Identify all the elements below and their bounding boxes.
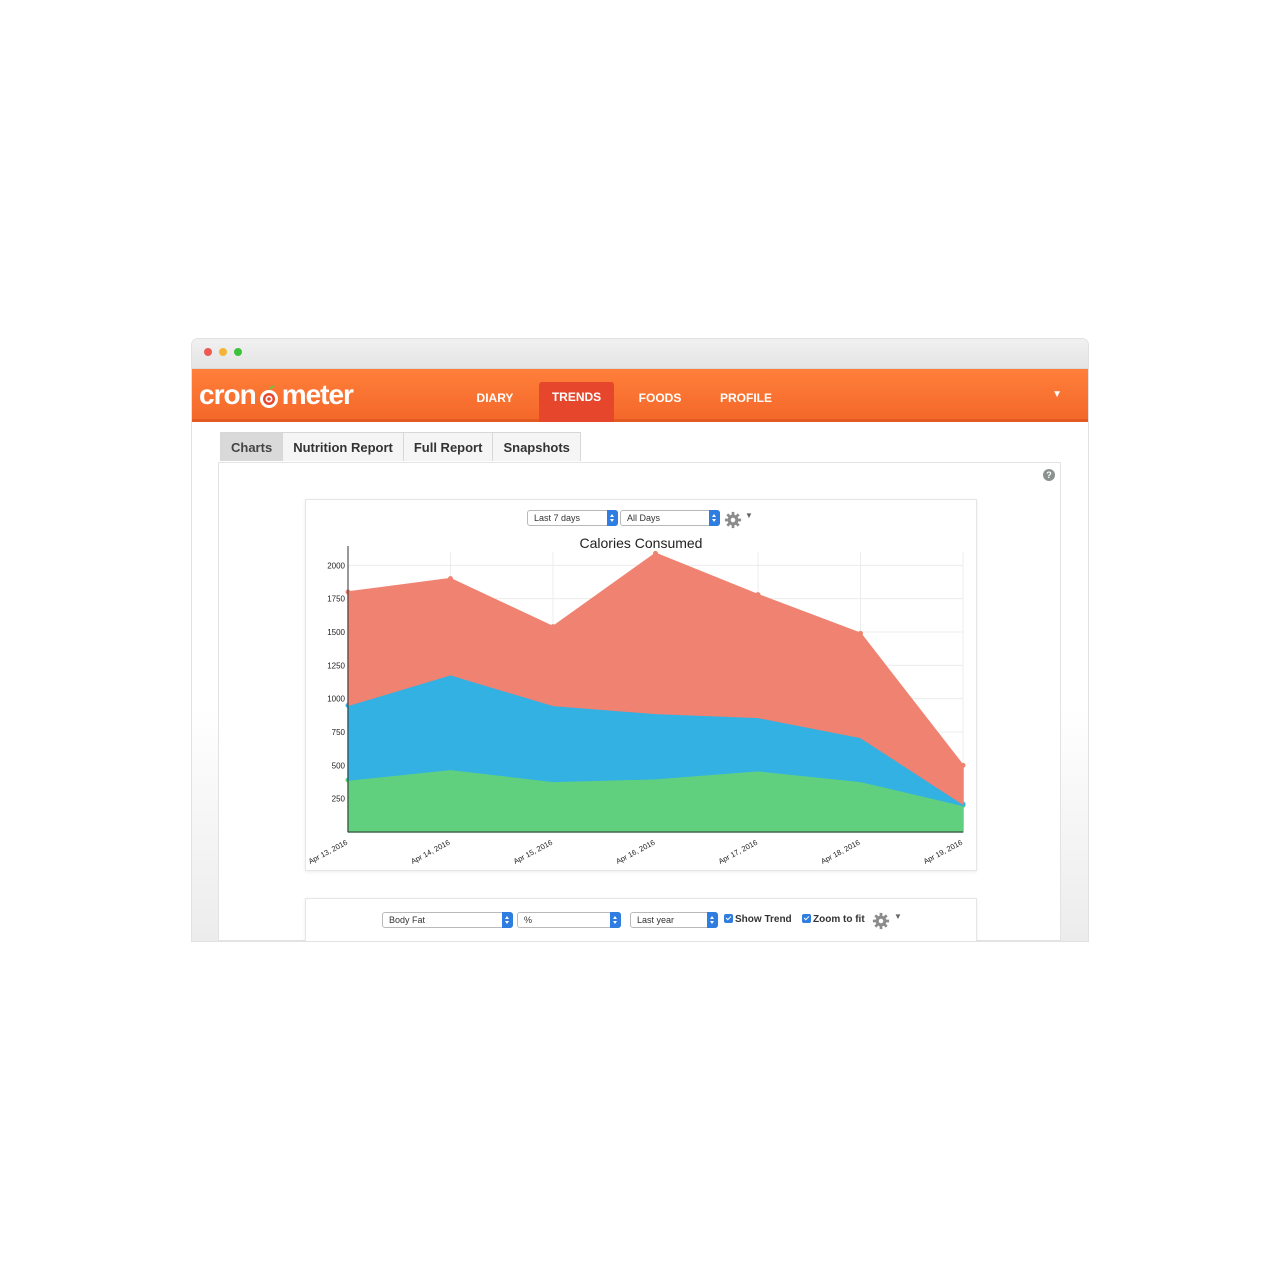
checkbox-checked-icon — [724, 914, 733, 923]
logo-text-left: cron — [199, 379, 257, 410]
metric-select[interactable]: Body Fat — [382, 912, 513, 928]
unit-select-value: % — [524, 915, 533, 925]
nav-foods[interactable]: FOODS — [627, 383, 693, 419]
show-trend-checkbox[interactable]: Show Trend — [724, 913, 792, 927]
cronometer-logo[interactable]: cron meter — [199, 377, 354, 413]
data-point — [550, 624, 556, 630]
calories-chart-card: Last 7 days All Days ▼ Calories Consumed… — [305, 499, 977, 871]
top-navbar: cron meter DIARY TRENDS FOODS PROFILE ▼ — [192, 369, 1088, 422]
y-tick-label: 1500 — [327, 628, 345, 637]
data-point — [755, 592, 761, 598]
main-content: Charts Nutrition Report Full Report Snap… — [192, 422, 1088, 941]
y-tick-label: 250 — [332, 795, 346, 804]
y-tick-label: 1000 — [327, 695, 345, 704]
close-window-button[interactable] — [204, 348, 212, 356]
data-point — [653, 550, 658, 556]
tab-charts[interactable]: Charts — [220, 432, 284, 461]
x-tick-label: Apr 17, 2016 — [717, 838, 759, 866]
show-trend-label: Show Trend — [735, 914, 792, 925]
tab-full-report[interactable]: Full Report — [402, 432, 494, 461]
browser-window: cron meter DIARY TRENDS FOODS PROFILE ▼ … — [192, 339, 1088, 941]
y-tick-label: 500 — [332, 761, 346, 770]
tab-snapshots[interactable]: Snapshots — [492, 432, 581, 461]
y-tick-label: 1250 — [327, 661, 345, 670]
y-tick-label: 750 — [332, 728, 346, 737]
data-point — [960, 762, 966, 768]
nav-diary[interactable]: DIARY — [462, 383, 528, 419]
chart-series — [345, 550, 966, 833]
x-tick-label: Apr 13, 2016 — [307, 838, 349, 866]
chart-x-axis: Apr 13, 2016 Apr 14, 2016 Apr 15, 2016 Apr … — [307, 831, 964, 866]
x-tick-label: Apr 18, 2016 — [819, 838, 861, 866]
data-point — [448, 576, 453, 582]
logo-text-right: meter — [281, 379, 354, 410]
data-point — [858, 630, 863, 636]
trends-tabs: Charts Nutrition Report Full Report Snap… — [220, 432, 581, 462]
maximize-window-button[interactable] — [234, 348, 242, 356]
chart-title: Calories Consumed — [580, 535, 703, 551]
nav-trends[interactable]: TRENDS — [539, 382, 614, 422]
nav-profile[interactable]: PROFILE — [710, 383, 782, 419]
help-icon[interactable]: ? — [1043, 469, 1055, 481]
minimize-window-button[interactable] — [219, 348, 227, 356]
x-tick-label: Apr 15, 2016 — [512, 838, 554, 866]
x-tick-label: Apr 19, 2016 — [922, 838, 964, 866]
y-tick-label: 2000 — [327, 561, 345, 570]
period-select[interactable]: Last year — [630, 912, 718, 928]
select-arrows-icon — [610, 912, 621, 928]
x-tick-label: Apr 16, 2016 — [614, 838, 656, 866]
body-fat-chart-card: Body Fat % Last year Show Trend Zoom to … — [305, 898, 977, 941]
chart2-settings-gear-icon[interactable] — [872, 912, 890, 930]
period-select-value: Last year — [637, 915, 675, 925]
chart2-settings-caret-icon[interactable]: ▼ — [894, 912, 902, 921]
select-arrows-icon — [502, 912, 513, 928]
unit-select[interactable]: % — [517, 912, 621, 928]
x-tick-label: Apr 14, 2016 — [409, 838, 451, 866]
checkbox-checked-icon — [802, 914, 811, 923]
calories-chart: Calories Consumed 250 500 750 1000 1250 1500 1… — [307, 535, 966, 866]
y-tick-label: 1750 — [327, 595, 345, 604]
zoom-to-fit-checkbox[interactable]: Zoom to fit — [802, 913, 865, 927]
chart-y-axis: 250 500 750 1000 1250 1500 1750 2000 — [327, 546, 349, 832]
charts-panel: ? Last 7 days All Days ▼ Calories Consum… — [218, 462, 1061, 941]
tab-nutrition-report[interactable]: Nutrition Report — [282, 432, 404, 461]
select-arrows-icon — [707, 912, 718, 928]
logo-target-icon — [258, 384, 280, 408]
window-titlebar — [192, 339, 1088, 369]
zoom-to-fit-label: Zoom to fit — [813, 914, 865, 925]
account-menu-caret-icon[interactable]: ▼ — [1052, 389, 1062, 400]
metric-select-value: Body Fat — [389, 915, 426, 925]
